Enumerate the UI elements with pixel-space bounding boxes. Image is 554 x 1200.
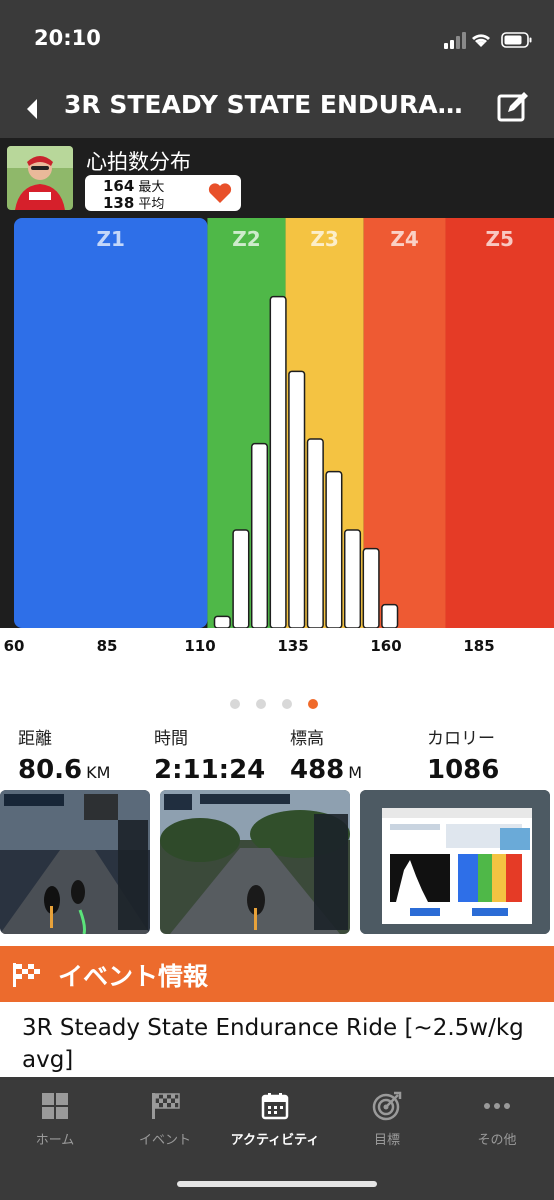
tab-goals[interactable]: 目標 [332, 1091, 442, 1148]
tab-more-label: その他 [477, 1133, 517, 1148]
event-section-label: イベント情報 [58, 962, 209, 991]
page-dot[interactable] [256, 699, 266, 709]
zone-label-z4: Z4 [390, 227, 418, 251]
hr-avg-label: 平均 [138, 197, 165, 212]
edit-icon[interactable] [496, 88, 532, 124]
page-dot[interactable] [230, 699, 240, 709]
chart-title: 心拍数分布 [86, 150, 191, 174]
histogram-bar [213, 615, 231, 628]
histogram-bar [343, 529, 362, 628]
histogram-bar [381, 603, 399, 628]
hr-distribution-panel: 心拍数分布 164 最大 138 平均 Z1 Z2 Z3 Z4 Z5 [0, 138, 554, 628]
heart-icon [208, 183, 232, 203]
status-icons [444, 30, 534, 54]
histogram-bar [325, 470, 343, 628]
x-axis: 60 85 110 135 160 185 [0, 628, 554, 664]
tab-events-label: イベント [138, 1133, 191, 1148]
page-dot[interactable] [308, 699, 318, 709]
status-bar: 20:10 [0, 0, 554, 82]
stat-time-label: 時間 [154, 729, 188, 749]
x-tick-label: 85 [96, 637, 118, 655]
page-title: 3R STEADY STATE ENDURANCE RIDE [64, 90, 474, 119]
event-info-header: イベント情報 [0, 946, 554, 1002]
x-tick-label: 135 [277, 637, 309, 655]
status-time: 20:10 [34, 26, 101, 50]
tab-home[interactable]: ホーム [0, 1091, 110, 1148]
stat-distance-unit: KM [86, 763, 111, 782]
x-tick-label: 160 [370, 637, 402, 655]
zone-label-z5: Z5 [486, 227, 514, 251]
histogram-bar [288, 370, 306, 628]
event-title[interactable]: 3R Steady State Endurance Ride [~2.5w/kg… [22, 1012, 542, 1076]
hr-histogram: Z1 Z2 Z3 Z4 Z5 [14, 218, 554, 628]
x-tick-label: 110 [184, 637, 216, 655]
screenshot-thumbnail-3[interactable] [360, 790, 550, 934]
zone-label-z1: Z1 [97, 227, 125, 251]
battery-icon [501, 32, 532, 48]
stat-distance-label: 距離 [18, 729, 52, 749]
stat-elevation-value: 488 [290, 755, 345, 785]
tab-bar: ホーム イベント アクティビティ 目標 その他 [0, 1077, 554, 1200]
x-tick-label: 60 [3, 637, 25, 655]
wifi-icon [472, 34, 490, 47]
stat-distance-value: 80.6 [18, 755, 83, 785]
tab-activity[interactable]: アクティビティ [220, 1091, 330, 1148]
tab-home-label: ホーム [35, 1133, 75, 1148]
activity-stats: 距離 80.6 KM 時間 2:11:24 標高 488 M カロリー 1086 [0, 724, 554, 785]
screenshot-thumbnail-2[interactable] [160, 790, 350, 934]
tab-activity-label: アクティビティ [230, 1133, 320, 1148]
histogram-bar [232, 529, 250, 628]
checkered-flag-icon [152, 1093, 180, 1119]
stat-elevation-label: 標高 [290, 729, 324, 749]
hr-avg-value: 138 [103, 194, 135, 212]
grid-icon [42, 1093, 68, 1119]
tab-more[interactable]: その他 [442, 1091, 552, 1148]
home-indicator [177, 1181, 377, 1187]
screenshot-thumbnail-1[interactable] [0, 790, 150, 934]
more-dots-icon [484, 1103, 510, 1109]
stat-distance: 距離 80.6 KM [18, 724, 110, 785]
stat-elevation-unit: M [348, 763, 363, 782]
back-arrow-icon[interactable] [18, 94, 48, 124]
tab-goals-label: 目標 [373, 1133, 400, 1148]
stat-calories: カロリー 1086 [427, 724, 499, 785]
x-tick-label: 185 [463, 637, 495, 655]
hr-summary-card: 164 最大 138 平均 [85, 175, 241, 212]
calendar-icon [261, 1093, 289, 1120]
histogram-bar [250, 442, 269, 628]
avatar [7, 146, 73, 210]
zone-label-z2: Z2 [232, 227, 260, 251]
histogram-bar [269, 295, 287, 628]
stat-elevation: 標高 488 M [290, 724, 362, 785]
histogram-bar [306, 438, 324, 628]
nav-bar: 3R STEADY STATE ENDURANCE RIDE [0, 82, 554, 138]
hr-avg-row: 138 平均 [103, 193, 164, 212]
stat-time: 時間 2:11:24 [154, 724, 265, 785]
tab-events[interactable]: イベント [110, 1091, 220, 1148]
histogram-bar [362, 547, 380, 628]
stat-time-value: 2:11:24 [154, 755, 266, 785]
screenshot-gallery [0, 790, 554, 936]
stat-calories-label: カロリー [427, 729, 495, 749]
page-dot[interactable] [282, 699, 292, 709]
stat-calories-value: 1086 [427, 755, 500, 785]
zone-z1 [14, 218, 208, 628]
zone-label-z3: Z3 [310, 227, 338, 251]
checkered-flag-icon [13, 963, 40, 987]
signal-icon [444, 32, 466, 49]
zone-z5 [445, 218, 554, 628]
target-icon [372, 1091, 402, 1121]
